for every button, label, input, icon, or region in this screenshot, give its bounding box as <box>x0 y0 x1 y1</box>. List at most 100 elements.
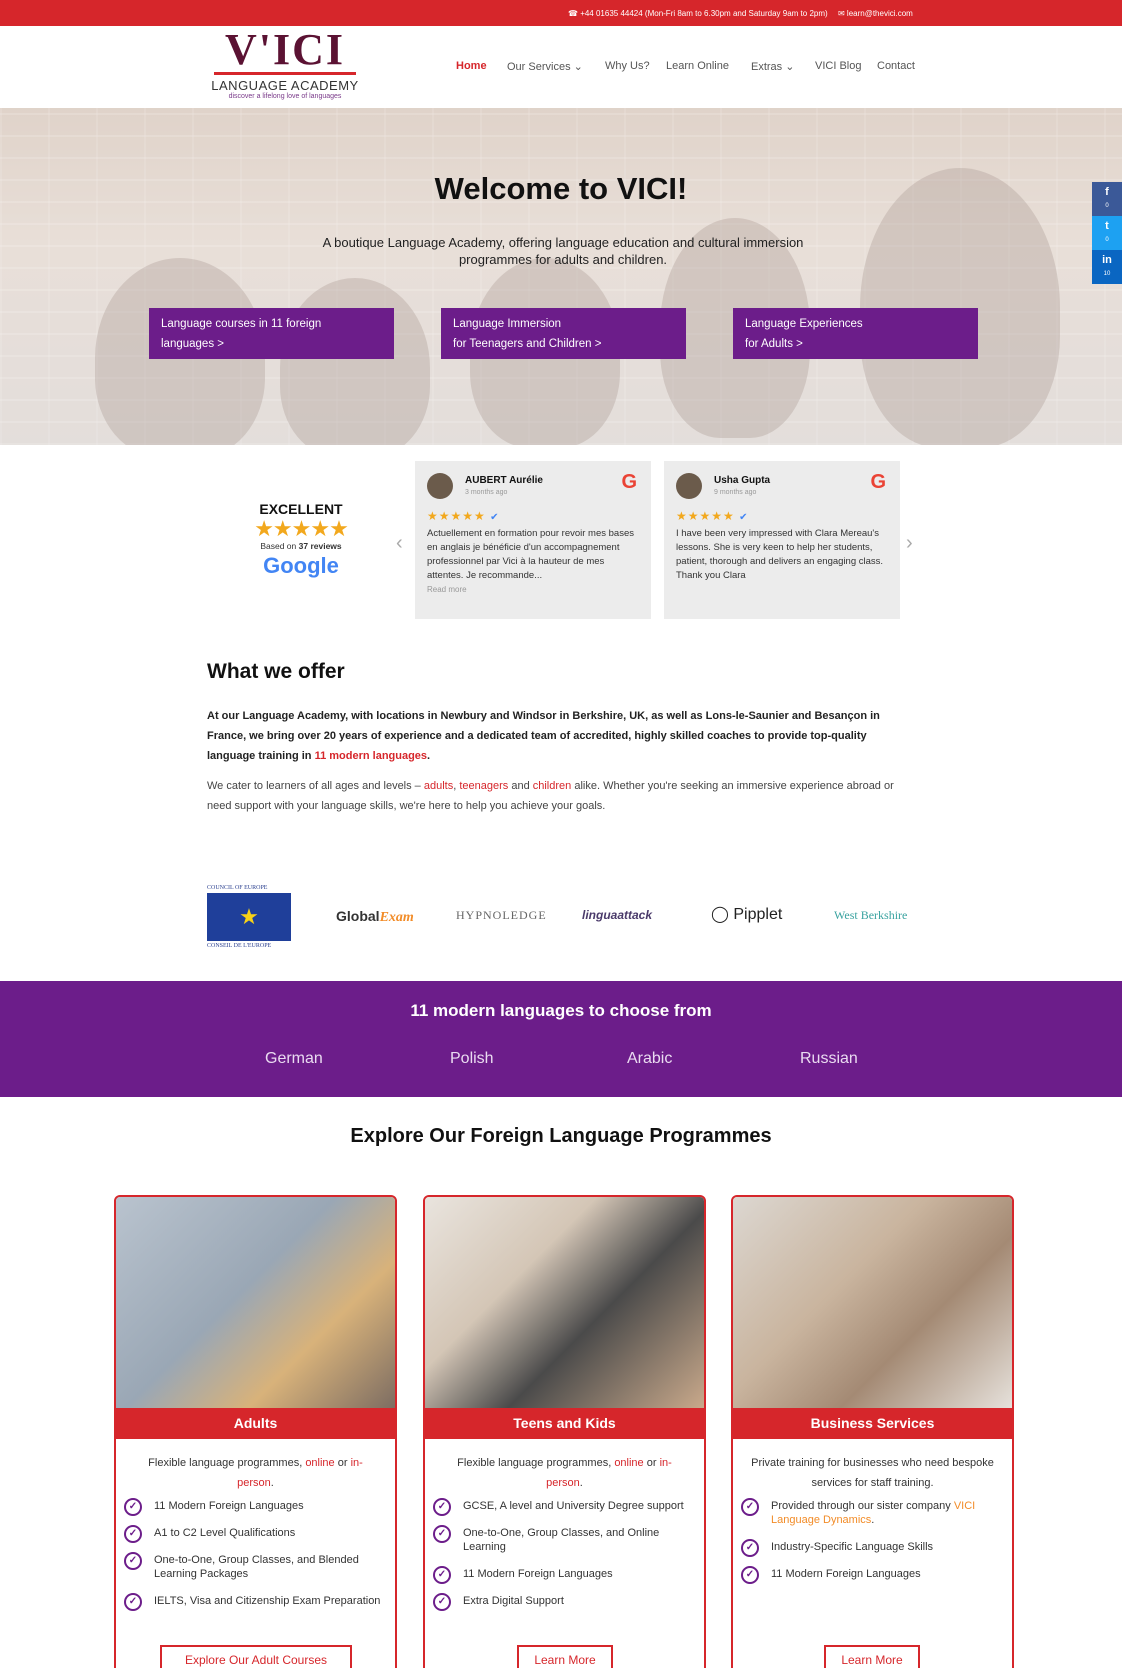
hypnoledge-logo: HYPNOLEDGE <box>456 908 547 922</box>
business-learn-more-button[interactable]: Learn More <box>824 1645 920 1668</box>
offer-p2-and: and <box>508 780 533 792</box>
coe-top-text: COUNCIL OF EUROPE <box>207 885 268 891</box>
programmes-title: Explore Our Foreign Language Programmes <box>350 1125 772 1147</box>
languages-title: 11 modern languages to choose from <box>410 1001 712 1020</box>
card-description: Private training for businesses who need… <box>751 1457 994 1489</box>
card-photo <box>733 1197 1012 1408</box>
review-stars-icon: ★★★★★ <box>427 509 486 523</box>
online-link[interactable]: online <box>305 1457 334 1469</box>
linkedin-icon: in <box>1102 254 1112 266</box>
partner-logos: COUNCIL OF EUROPE ★ CONSEIL DE L'EUROPE … <box>0 880 1122 955</box>
cta-language-immersion[interactable]: Language Immersion for Teenagers and Chi… <box>441 308 686 359</box>
facebook-count: 0 <box>1105 203 1109 209</box>
adults-link[interactable]: adults <box>424 780 453 792</box>
programme-card-adults: Adults Flexible language programmes, onl… <box>114 1195 397 1668</box>
language-item: Russian <box>800 1050 858 1067</box>
review-date: 9 months ago <box>714 489 757 496</box>
nav-learn-online[interactable]: Learn Online <box>666 60 729 72</box>
twitter-icon: t <box>1105 220 1109 232</box>
carousel-next-icon[interactable]: › <box>906 532 913 555</box>
modern-languages-link[interactable]: 11 modern languages <box>315 750 427 762</box>
check-circle-icon: ✓ <box>741 1566 759 1584</box>
nav-extras[interactable]: Extras ⌄ <box>751 60 794 73</box>
list-item: ✓ One-to-One, Group Classes, and Blended … <box>124 1552 386 1581</box>
check-circle-icon: ✓ <box>124 1552 142 1570</box>
list-item: ✓ One-to-One, Group Classes, and Online L… <box>433 1525 695 1554</box>
read-more-link[interactable]: Read more <box>427 585 467 594</box>
card-feature-list: ✓ Provided through our sister company VIC… <box>741 1498 1003 1594</box>
check-circle-icon: ✓ <box>433 1566 451 1584</box>
children-link[interactable]: children <box>533 780 572 792</box>
reviewer-name[interactable]: AUBERT Aurélie <box>465 475 543 486</box>
google-g-icon: G <box>621 471 637 493</box>
feature-text: 11 Modern Foreign Languages <box>771 1568 921 1580</box>
card-title: Business Services <box>733 1408 1012 1439</box>
coe-stars-icon: ★ <box>207 893 291 941</box>
logo-tagline: discover a lifelong love of languages <box>228 93 342 100</box>
verified-check-icon: ✔ <box>490 512 500 523</box>
site-header: V'ICI LANGUAGE ACADEMY discover a lifelo… <box>0 26 1122 108</box>
card-feature-list: ✓ 11 Modern Foreign Languages ✓ A1 to C2 L… <box>124 1498 386 1621</box>
list-item: ✓ GCSE, A level and University Degree sup… <box>433 1498 695 1516</box>
cta-language-experiences[interactable]: Language Experiences for Adults > <box>733 308 978 359</box>
review-date: 3 months ago <box>465 489 508 496</box>
facebook-share-button[interactable]: f 0 <box>1092 182 1122 216</box>
top-contact-bar: ☎ +44 01635 44424 (Mon-Fri 8am to 6.30pm… <box>0 0 1122 26</box>
rating-count: Based on 37 reviews <box>240 541 362 551</box>
card-desc-or: or <box>334 1457 351 1469</box>
card-photo <box>116 1197 395 1408</box>
review-card: AUBERT Aurélie 3 months ago G ★★★★★ ✔ Ac… <box>415 461 651 619</box>
linkedin-share-button[interactable]: in 10 <box>1092 250 1122 284</box>
card-desc-end: . <box>270 1477 274 1489</box>
feature-text: Extra Digital Support <box>463 1595 564 1607</box>
hero-subtitle: A boutique Language Academy, offering la… <box>322 235 804 267</box>
feature-text-end: . <box>871 1514 875 1526</box>
language-item: Arabic <box>627 1050 673 1067</box>
card-title: Teens and Kids <box>425 1408 704 1439</box>
explore-adult-courses-button[interactable]: Explore Our Adult Courses <box>160 1645 352 1668</box>
reviewer-name[interactable]: Usha Gupta <box>714 475 770 486</box>
nav-why-us[interactable]: Why Us? <box>605 60 650 72</box>
check-circle-icon: ✓ <box>124 1525 142 1543</box>
card-photo <box>425 1197 704 1408</box>
nav-our-services[interactable]: Our Services ⌄ <box>507 60 583 73</box>
list-item: ✓ 11 Modern Foreign Languages <box>433 1566 695 1584</box>
feature-text: 11 Modern Foreign Languages <box>463 1568 613 1580</box>
review-text: I have been very impressed with Clara Me… <box>676 528 884 581</box>
card-desc-text: Flexible language programmes, <box>148 1457 306 1469</box>
offer-title: What we offer <box>207 660 345 683</box>
carousel-prev-icon[interactable]: ‹ <box>396 532 403 555</box>
list-item: ✓ IELTS, Visa and Citizenship Exam Prepar… <box>124 1593 386 1611</box>
teenagers-link[interactable]: teenagers <box>459 780 508 792</box>
check-circle-icon: ✓ <box>433 1593 451 1611</box>
nav-contact[interactable]: Contact <box>877 60 915 72</box>
feature-text: One-to-One, Group Classes, and Online Le… <box>463 1527 660 1553</box>
cta-language-courses[interactable]: Language courses in 11 foreign languages… <box>149 308 394 359</box>
nav-vici-blog[interactable]: VICI Blog <box>815 60 861 72</box>
nav-home[interactable]: Home <box>456 60 487 72</box>
google-reviews-widget: EXCELLENT ★★★★★ Based on 37 reviews Goog… <box>0 445 1122 625</box>
phone-number[interactable]: ☎ +44 01635 44424 (Mon-Fri 8am to 6.30pm… <box>568 9 828 18</box>
email-address[interactable]: ✉ learn@thevici.com <box>838 9 913 18</box>
feature-text: One-to-One, Group Classes, and Blended L… <box>154 1554 359 1580</box>
check-circle-icon: ✓ <box>433 1525 451 1543</box>
teens-learn-more-button[interactable]: Learn More <box>517 1645 613 1668</box>
google-logo[interactable]: Google <box>240 553 362 579</box>
review-text: Actuellement en formation pour revoir me… <box>427 528 634 581</box>
review-card: Usha Gupta 9 months ago G ★★★★★ ✔ I have… <box>664 461 900 619</box>
site-logo[interactable]: V'ICI LANGUAGE ACADEMY discover a lifelo… <box>210 28 360 104</box>
card-desc-end: . <box>579 1477 583 1489</box>
cta-label-line1: Language Experiences <box>745 318 863 330</box>
cta-label-line2: for Teenagers and Children > <box>453 338 602 350</box>
list-item: ✓ 11 Modern Foreign Languages <box>741 1566 1003 1584</box>
check-circle-icon: ✓ <box>741 1539 759 1557</box>
check-circle-icon: ✓ <box>741 1498 759 1516</box>
twitter-share-button[interactable]: t 0 <box>1092 216 1122 250</box>
west-berkshire-logo: West Berkshire <box>834 908 908 922</box>
linguaattack-logo: linguaattack <box>582 908 653 922</box>
feature-text: Industry-Specific Language Skills <box>771 1541 934 1553</box>
online-link[interactable]: online <box>614 1457 643 1469</box>
programme-card-business: Business Services Private training for b… <box>731 1195 1014 1668</box>
list-item: ✓ Provided through our sister company VIC… <box>741 1498 1003 1527</box>
logo-mark: V'ICI <box>224 25 346 74</box>
